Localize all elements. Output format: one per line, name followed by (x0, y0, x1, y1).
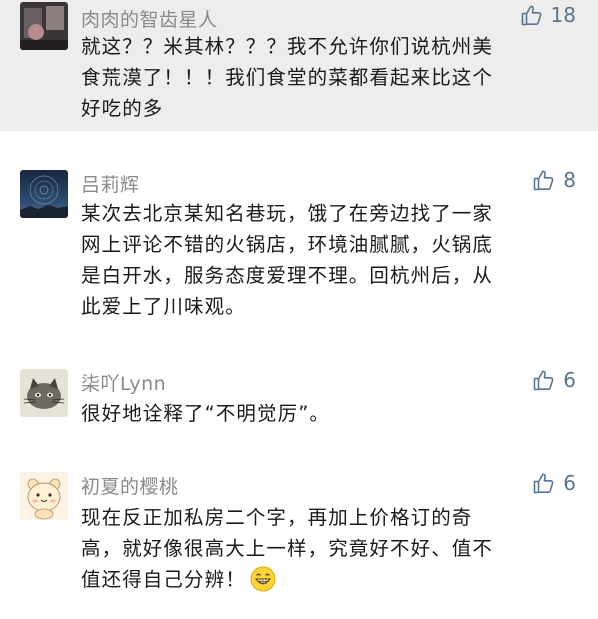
avatar[interactable] (20, 472, 68, 520)
night-sky-avatar-icon (20, 170, 68, 218)
comment-username[interactable]: 初夏的樱桃 (81, 472, 179, 499)
comment-text: 现在反正加私房二个字，再加上价格订的奇 高，就好像很高大上一样，究竟好不好、值不… (81, 502, 581, 601)
comment-line: 好吃的多 (81, 97, 164, 120)
thumbs-up-icon (521, 5, 541, 26)
comment-line: 高，就好像很高大上一样，究竟好不好、值不 (81, 537, 494, 560)
comment-line: 食荒漠了！！！我们食堂的菜都看起来比这个 (81, 66, 494, 89)
like-count: 8 (563, 168, 576, 192)
comment-card: 吕莉辉 8 某次去北京某知名巷玩，饿了在旁边找了一家 网上评论不错的火锅店，环境… (0, 160, 598, 350)
avatar[interactable] (20, 2, 68, 50)
comment-card: 肉肉的智齿星人 18 就这？？米其林？？？我不允许你们说杭州美 食荒漠了！！！我… (0, 0, 598, 131)
comment-line-text: 值还得自己分辨！ (81, 568, 246, 591)
dark-photo-avatar-icon (20, 2, 68, 50)
avatar[interactable] (20, 369, 68, 417)
like-button[interactable]: 18 (520, 3, 576, 27)
comment-line: 此爱上了川味观。 (81, 295, 246, 318)
like-button[interactable]: 6 (532, 368, 576, 392)
comment-line: 是白开水，服务态度爱理不理。回杭州后，从 (81, 264, 494, 287)
avatar[interactable] (20, 170, 68, 218)
comment-card: 柒吖Lynn 6 很好地诠释了“不明觉厉”。 (0, 360, 598, 450)
comment-username[interactable]: 吕莉辉 (81, 170, 140, 197)
like-button[interactable]: 6 (532, 471, 576, 495)
comment-line: 网上评论不错的火锅店，环境油腻腻，火锅底 (81, 233, 494, 256)
cat-sketch-avatar-icon (20, 369, 68, 417)
comment-line: 某次去北京某知名巷玩，饿了在旁边找了一家 (81, 202, 494, 225)
thumbs-up-icon (533, 370, 554, 391)
comment-text: 某次去北京某知名巷玩，饿了在旁边找了一家 网上评论不错的火锅店，环境油腻腻，火锅… (81, 198, 581, 322)
comment-username[interactable]: 柒吖Lynn (81, 369, 166, 396)
like-button[interactable]: 8 (532, 168, 576, 192)
like-count: 18 (550, 3, 576, 27)
comment-line: 就这？？米其林？？？我不允许你们说杭州美 (81, 35, 494, 58)
grin-emoji-icon (250, 566, 276, 601)
comment-line: 现在反正加私房二个字，再加上价格订的奇 (81, 506, 473, 529)
comment-text: 很好地诠释了“不明觉厉”。 (81, 398, 581, 429)
thumbs-up-icon (533, 473, 554, 494)
cartoon-bear-avatar-icon (20, 472, 68, 520)
like-count: 6 (563, 368, 576, 392)
comment-line: 值还得自己分辨！ (81, 564, 581, 601)
thumbs-up-icon (533, 170, 554, 191)
comment-username[interactable]: 肉肉的智齿星人 (81, 5, 218, 32)
comment-text: 就这？？米其林？？？我不允许你们说杭州美 食荒漠了！！！我们食堂的菜都看起来比这… (81, 31, 581, 124)
comment-feed: 肉肉的智齿星人 18 就这？？米其林？？？我不允许你们说杭州美 食荒漠了！！！我… (0, 0, 598, 619)
like-count: 6 (563, 471, 576, 495)
comment-card: 初夏的樱桃 6 现在反正加私房二个字，再加上价格订的奇 高，就好像很高大上一样，… (0, 462, 598, 619)
comment-line: 很好地诠释了“不明觉厉”。 (81, 402, 331, 425)
